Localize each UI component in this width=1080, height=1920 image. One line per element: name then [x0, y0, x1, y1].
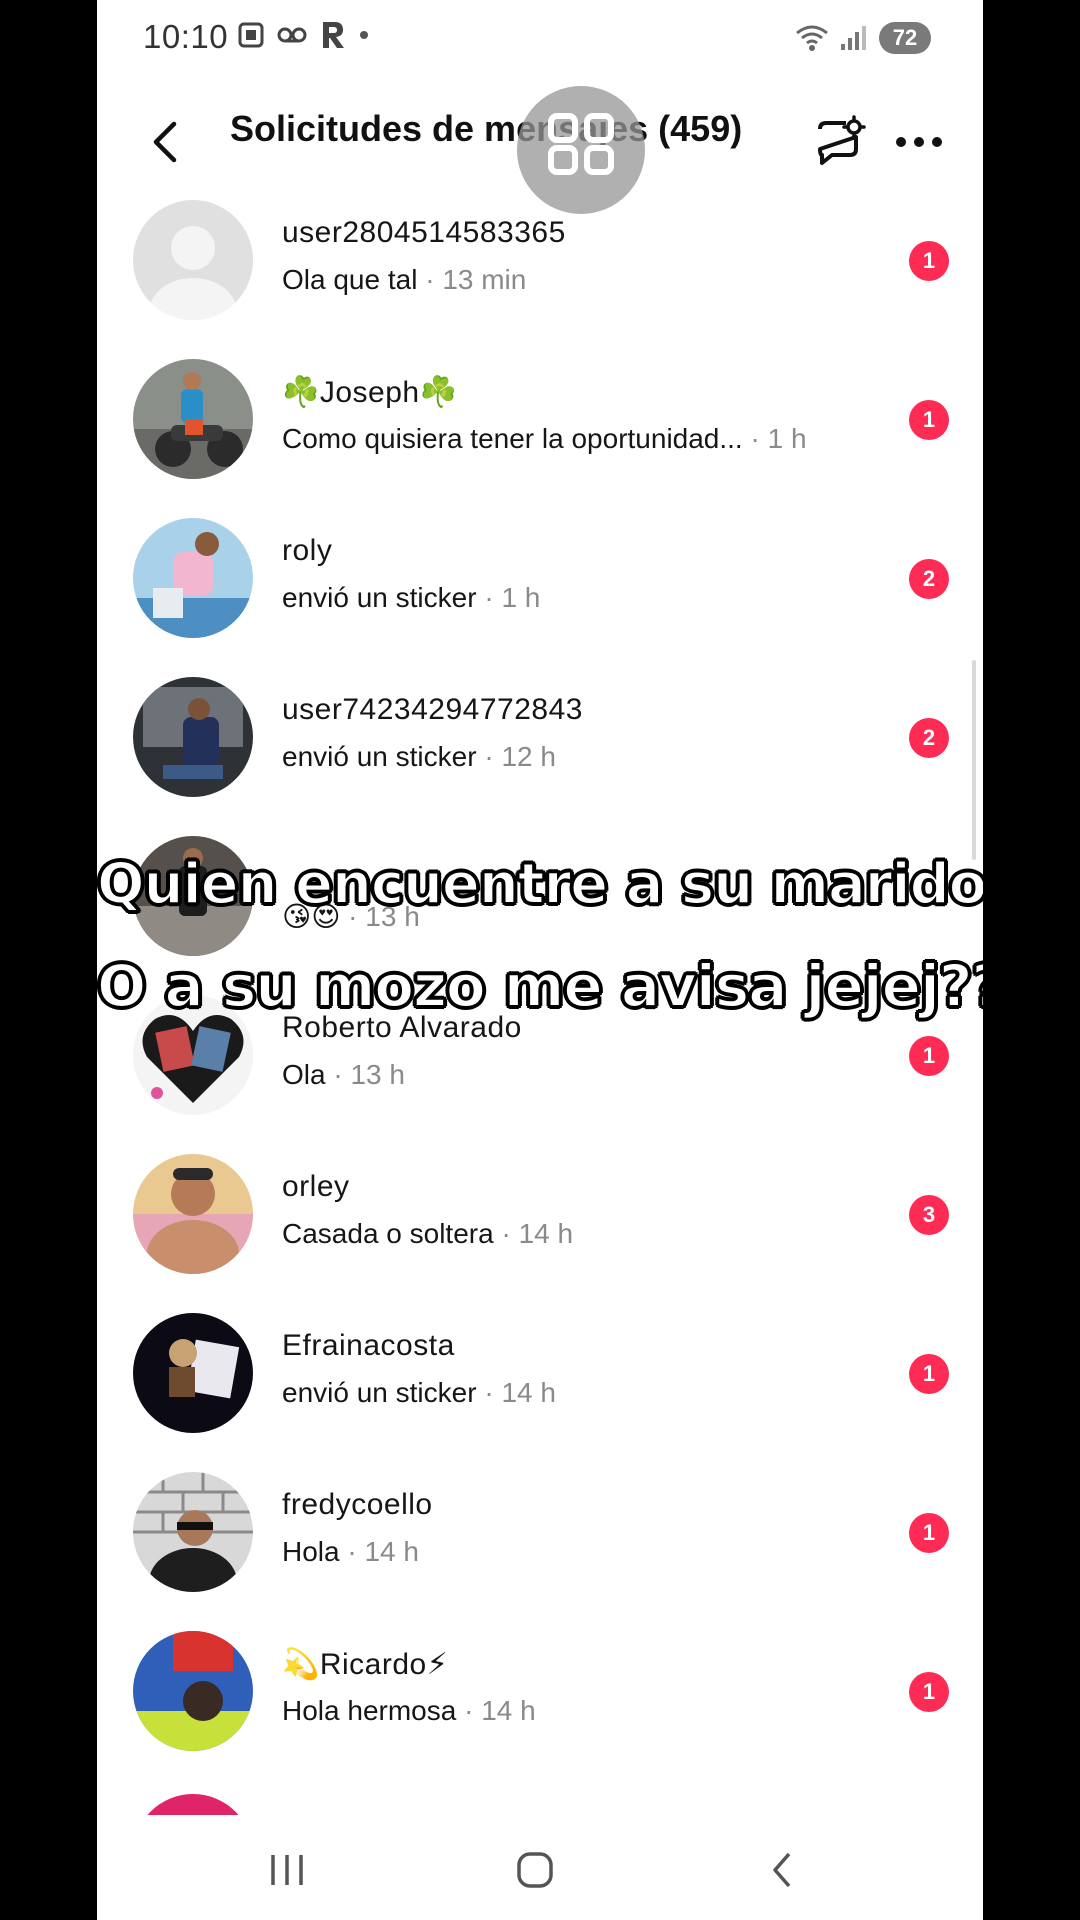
message-time: 14 h	[518, 1218, 574, 1249]
home-button[interactable]	[490, 1835, 580, 1905]
caption-line-1: Quien encuentre a su marido	[97, 851, 983, 918]
signal-icon	[841, 26, 866, 50]
unread-badge: 1	[909, 1354, 949, 1394]
caption-line-2: O a su mozo me avisa jejej??	[97, 951, 983, 1021]
message-text: Hola hermosa	[282, 1695, 457, 1726]
message-preview: Casada o soltera · 14 h	[282, 1218, 574, 1249]
nav-back-button[interactable]	[737, 1835, 827, 1905]
dot-icon	[360, 31, 368, 39]
screenshot-icon	[238, 22, 264, 48]
contact-name: ☘️Joseph☘️	[282, 376, 458, 409]
recents-button[interactable]	[242, 1835, 332, 1905]
contact-name: user7423429477284​3	[282, 693, 583, 726]
r-app-icon	[323, 22, 344, 48]
status-bar: 10:10 72	[97, 0, 983, 80]
status-system-icons: 72	[795, 22, 931, 54]
avatar	[133, 1154, 253, 1274]
unread-badge: 1	[909, 1513, 949, 1553]
message-preview: envió un sticker · 12 h	[282, 741, 556, 772]
contact-name: 💫Ricardo⚡	[282, 1648, 449, 1681]
back-arrow-icon	[153, 121, 177, 163]
unread-badge: 1	[909, 400, 949, 440]
message-text: Casada o soltera	[282, 1218, 494, 1249]
message-time: 13 min	[442, 264, 527, 295]
avatar	[133, 1631, 253, 1751]
battery-indicator: 72	[879, 22, 931, 54]
list-item[interactable]: ☘️Joseph☘️ Como quisiera tener la oportu…	[97, 359, 983, 518]
page-title: Solicitudes de mensajes (459)	[230, 108, 743, 149]
message-preview: envió un sticker · 14 h	[282, 1377, 556, 1408]
message-time: 14 h	[501, 1377, 556, 1408]
message-time: 1 h	[767, 423, 807, 454]
message-preview: Hola · 14 h	[282, 1536, 419, 1567]
unread-badge: 1	[909, 241, 949, 281]
avatar	[133, 1472, 253, 1592]
message-text: envió un sticker	[282, 1377, 477, 1408]
list-item[interactable]: user7423429477284​3 envió un sticker · 1…	[97, 677, 983, 836]
app-screen: 10:10 72 Solicitudes de mensajes (459) u…	[97, 0, 983, 1920]
avatar	[133, 1313, 253, 1433]
list-item[interactable]: user2804514583365 Ola que tal · 13 min 1	[97, 200, 983, 359]
contact-name: orley	[282, 1170, 350, 1203]
message-preview: Como quisiera tener la oportunidad... · …	[282, 423, 807, 454]
message-text: Ola que tal	[282, 264, 418, 295]
more-options-icon	[896, 137, 942, 147]
message-text: envió un sticker	[282, 582, 477, 613]
contact-name: user2804514583365	[282, 216, 566, 249]
message-preview: Hola hermosa · 14 h	[282, 1695, 536, 1726]
avatar	[133, 359, 253, 479]
system-nav-bar	[97, 1815, 983, 1920]
avatar	[133, 677, 253, 797]
list-item[interactable]: 💫Ricardo⚡ Hola hermosa · 14 h 1	[97, 1631, 983, 1790]
unread-badge: 1	[909, 1036, 949, 1076]
message-text: Ola	[282, 1059, 326, 1090]
status-notification-icons	[237, 20, 369, 50]
contact-name: fredycoello	[282, 1488, 433, 1521]
contact-name: Efrainacosta	[282, 1329, 455, 1362]
message-time: 1 h	[501, 582, 541, 613]
nav-recents-icon	[271, 1855, 303, 1885]
unread-badge: 1	[909, 1672, 949, 1712]
unread-badge: 3	[909, 1195, 949, 1235]
nav-back-icon	[773, 1852, 791, 1888]
wifi-icon	[796, 25, 828, 51]
avatar	[133, 518, 253, 638]
compose-settings-icon	[818, 115, 866, 165]
message-text: Como quisiera tener la oportunidad...	[282, 423, 743, 454]
list-item[interactable]	[97, 1790, 983, 1818]
message-preview: Ola que tal · 13 min	[282, 264, 527, 295]
list-item[interactable]: roly envió un sticker · 1 h 2	[97, 518, 983, 677]
unread-badge: 2	[909, 718, 949, 758]
message-time: 12 h	[501, 741, 556, 772]
unread-badge: 2	[909, 559, 949, 599]
nav-home-icon	[517, 1852, 553, 1888]
status-time: 10:10	[143, 18, 229, 55]
floating-overlay-button[interactable]	[517, 86, 645, 214]
more-options-button[interactable]	[887, 100, 951, 184]
message-preview: Ola · 13 h	[282, 1059, 405, 1090]
contact-name: roly	[282, 534, 333, 567]
scrollbar[interactable]	[972, 660, 976, 860]
message-text: envió un sticker	[282, 741, 477, 772]
message-time: 13 h	[350, 1059, 405, 1090]
avatar	[133, 200, 253, 320]
list-item[interactable]: Efrainacosta envió un sticker · 14 h 1	[97, 1313, 983, 1472]
message-preview: envió un sticker · 1 h	[282, 582, 541, 613]
back-button[interactable]	[137, 100, 193, 184]
message-settings-button[interactable]	[807, 100, 871, 184]
list-item[interactable]: fredycoello Hola · 14 h 1	[97, 1472, 983, 1631]
voicemail-icon	[277, 27, 307, 43]
list-item[interactable]: orley Casada o soltera · 14 h 3	[97, 1154, 983, 1313]
message-text: Hola	[282, 1536, 340, 1567]
grid-icon	[548, 113, 614, 175]
message-time: 14 h	[364, 1536, 419, 1567]
message-time: 14 h	[481, 1695, 536, 1726]
